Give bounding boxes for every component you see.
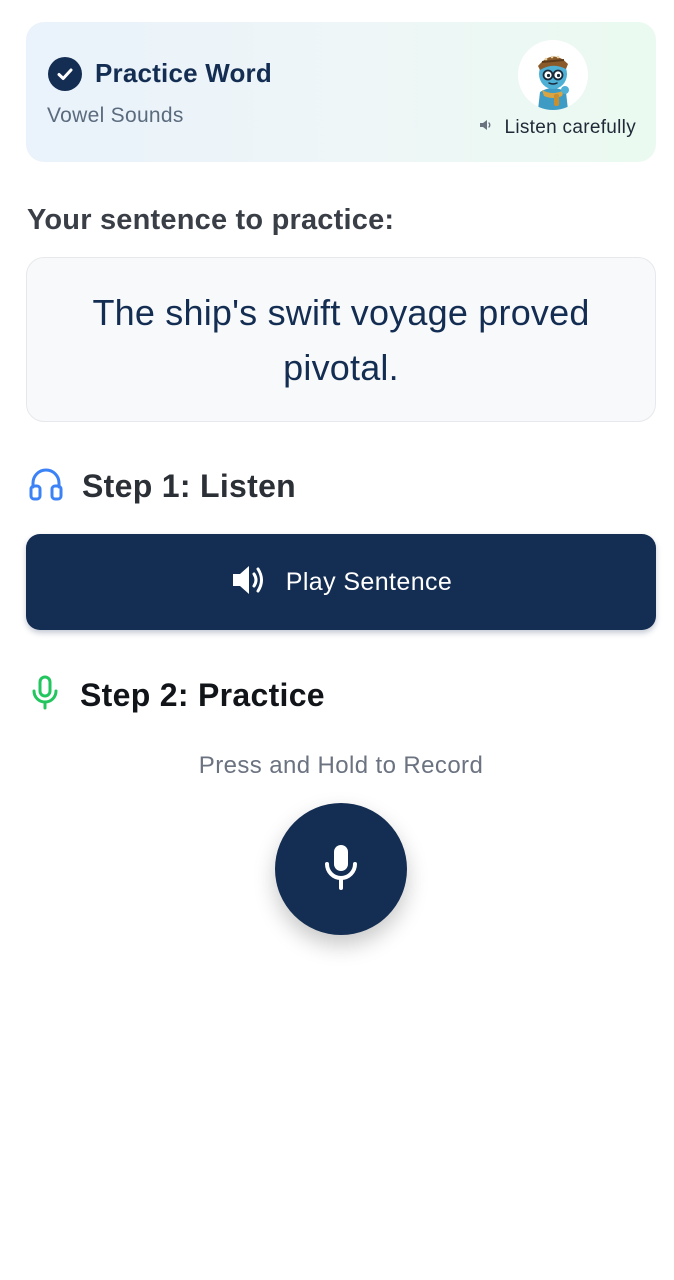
sentence-prompt-label: Your sentence to practice: [27, 204, 395, 236]
sentence-card: The ship's swift voyage proved pivotal. [26, 257, 656, 422]
play-sentence-label: Play Sentence [285, 567, 453, 596]
practice-category: Vowel Sounds [47, 104, 184, 127]
check-circle-icon [48, 57, 82, 91]
practice-header-card: Practice Word Vowel Sounds Listen carefu… [26, 22, 656, 162]
listen-hint-label: Listen carefully [504, 117, 636, 138]
record-button[interactable] [275, 803, 407, 935]
listen-hint: Listen carefully [478, 117, 636, 139]
microphone-icon [321, 842, 361, 897]
step-1-title: Step 1: Listen [82, 468, 297, 504]
practice-title: Practice Word [95, 58, 272, 88]
speaker-volume-icon [230, 563, 268, 602]
step-1-header: Step 1: Listen [28, 465, 296, 508]
practice-sentence: The ship's swift voyage proved pivotal. [92, 291, 590, 388]
step-2-header: Step 2: Practice [28, 674, 325, 717]
tutor-avatar [518, 40, 588, 110]
microphone-icon [28, 674, 62, 717]
play-sentence-button[interactable]: Play Sentence [26, 534, 656, 630]
step-2-title: Step 2: Practice [80, 677, 325, 713]
record-hint: Press and Hold to Record [198, 752, 484, 779]
headphones-icon [28, 465, 64, 508]
practice-screen: Practice Word Vowel Sounds Listen carefu… [0, 0, 674, 1280]
speaker-icon [478, 117, 494, 139]
